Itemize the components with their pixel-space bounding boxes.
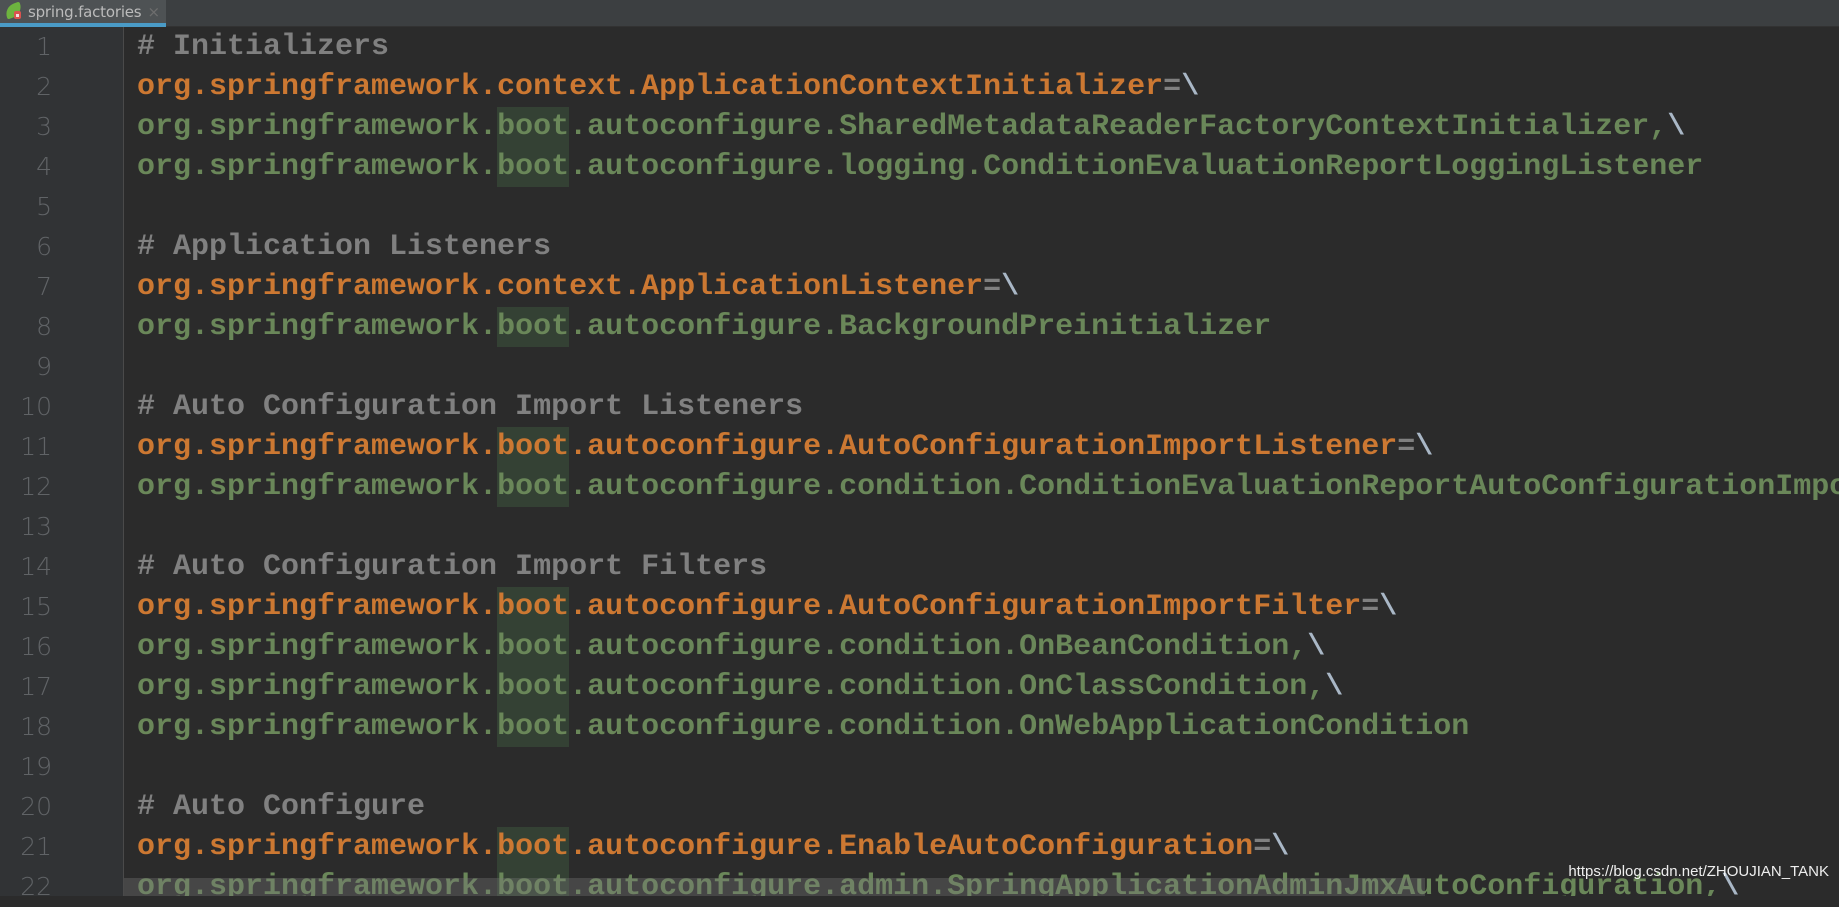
property-value: .autoconfigure.condition.OnWebApplicatio… <box>569 710 1470 744</box>
search-highlight: boot <box>497 427 570 467</box>
property-value: org.springframework. <box>137 150 498 184</box>
code-line[interactable]: org.springframework.boot.autoconfigure.c… <box>137 467 1839 507</box>
line-number-gutter: 1 2 3 4 5 6 7 8 9 10 11 12 13 14 15 16 17 18 19 20 21 22 <box>0 27 124 901</box>
line-number: 17 <box>20 672 52 701</box>
line-number: 4 <box>36 152 52 181</box>
property-value: org.springframework. <box>137 110 498 144</box>
code-line[interactable]: org.springframework.boot.autoconfigure.E… <box>137 827 1289 867</box>
line-number: 8 <box>36 312 52 341</box>
line-number: 14 <box>20 552 52 581</box>
code-line[interactable]: org.springframework.context.ApplicationL… <box>137 267 1019 307</box>
editor-tab-bar: spring.factories × <box>0 0 1839 27</box>
line-continuation: \ <box>1001 270 1020 304</box>
code-line[interactable]: org.springframework.boot.autoconfigure.c… <box>137 667 1343 707</box>
property-value: .autoconfigure.logging.ConditionEvaluati… <box>569 150 1704 184</box>
equals-operator: = <box>983 270 1002 304</box>
line-number: 5 <box>36 192 52 221</box>
property-value: .autoconfigure.condition.OnBeanCondition… <box>569 630 1308 664</box>
property-value: .autoconfigure.condition.OnClassConditio… <box>569 670 1326 704</box>
line-number: 19 <box>20 752 52 781</box>
search-highlight: boot <box>497 307 570 347</box>
equals-operator: = <box>1163 70 1182 104</box>
line-continuation: \ <box>1271 830 1290 864</box>
search-highlight: boot <box>497 587 570 627</box>
property-value: .autoconfigure.BackgroundPreinitializer <box>569 310 1272 344</box>
property-value: org.springframework. <box>137 670 498 704</box>
code-line[interactable]: org.springframework.boot.autoconfigure.B… <box>137 307 1271 347</box>
line-number: 11 <box>20 432 52 461</box>
line-number: 1 <box>36 32 52 61</box>
code-line[interactable]: # Auto Configuration Import Listeners <box>137 387 803 427</box>
property-key: org.springframework.context.ApplicationC… <box>137 70 1164 104</box>
property-key: .autoconfigure.AutoConfigurationImportFi… <box>569 590 1362 624</box>
line-number: 10 <box>20 392 52 421</box>
line-number: 22 <box>20 872 52 901</box>
property-value: .autoconfigure.SharedMetadataReaderFacto… <box>569 110 1668 144</box>
property-value: org.springframework. <box>137 310 498 344</box>
line-continuation: \ <box>1325 670 1344 704</box>
comment-text: # Initializers <box>137 30 390 64</box>
line-number: 6 <box>36 232 52 261</box>
line-continuation: \ <box>1415 430 1434 464</box>
line-number: 13 <box>20 512 52 541</box>
property-value: org.springframework. <box>137 630 498 664</box>
code-line[interactable]: # Auto Configure <box>137 787 425 827</box>
code-line[interactable]: # Application Listeners <box>137 227 551 267</box>
code-line[interactable]: org.springframework.boot.autoconfigure.l… <box>137 147 1703 187</box>
equals-operator: = <box>1253 830 1272 864</box>
line-number: 16 <box>20 632 52 661</box>
horizontal-scrollbar[interactable] <box>124 878 1425 896</box>
line-number: 18 <box>20 712 52 741</box>
line-number: 12 <box>20 472 52 501</box>
code-line[interactable]: org.springframework.boot.autoconfigure.c… <box>137 707 1469 747</box>
line-number: 15 <box>20 592 52 621</box>
search-highlight: boot <box>497 707 570 747</box>
line-continuation: \ <box>1667 110 1686 144</box>
code-line[interactable]: org.springframework.boot.autoconfigure.S… <box>137 107 1685 147</box>
property-key: org.springframework. <box>137 590 498 624</box>
comment-text: # Application Listeners <box>137 230 552 264</box>
property-value: org.springframework. <box>137 470 498 504</box>
property-key: .autoconfigure.AutoConfigurationImportLi… <box>569 430 1398 464</box>
line-number: 3 <box>36 112 52 141</box>
tab-spring-factories[interactable]: spring.factories × <box>0 0 166 27</box>
line-number: 9 <box>36 352 52 381</box>
code-line[interactable]: org.springframework.boot.autoconfigure.A… <box>137 587 1397 627</box>
code-line[interactable]: org.springframework.boot.autoconfigure.c… <box>137 627 1325 667</box>
code-line[interactable]: org.springframework.context.ApplicationC… <box>137 67 1199 107</box>
search-highlight: boot <box>497 827 570 867</box>
tab-label: spring.factories <box>28 2 142 21</box>
code-line[interactable]: # Auto Configuration Import Filters <box>137 547 767 587</box>
property-key: .autoconfigure.EnableAutoConfiguration <box>569 830 1254 864</box>
spring-file-icon <box>3 0 26 22</box>
search-highlight: boot <box>497 147 570 187</box>
line-continuation: \ <box>1307 630 1326 664</box>
line-number: 20 <box>20 792 52 821</box>
property-key: org.springframework. <box>137 430 498 464</box>
code-editor[interactable]: # Initializers org.springframework.contex… <box>124 27 1839 896</box>
comment-text: # Auto Configuration Import Listeners <box>137 390 804 424</box>
close-icon[interactable]: × <box>147 3 160 21</box>
search-highlight: boot <box>497 627 570 667</box>
line-number: 7 <box>36 272 52 301</box>
equals-operator: = <box>1361 590 1380 624</box>
comment-text: # Auto Configuration Import Filters <box>137 550 768 584</box>
search-highlight: boot <box>497 467 570 507</box>
property-value: .autoconfigure.condition.ConditionEvalua… <box>569 470 1839 504</box>
line-continuation: \ <box>1181 70 1200 104</box>
line-number: 2 <box>36 72 52 101</box>
line-number: 21 <box>20 832 52 861</box>
watermark: https://blog.csdn.net/ZHOUJIAN_TANK <box>1568 863 1829 880</box>
search-highlight: boot <box>497 107 570 147</box>
comment-text: # Auto Configure <box>137 790 426 824</box>
property-key: org.springframework.context.ApplicationL… <box>137 270 984 304</box>
equals-operator: = <box>1397 430 1416 464</box>
line-continuation: \ <box>1379 590 1398 624</box>
property-key: org.springframework. <box>137 830 498 864</box>
code-line[interactable]: org.springframework.boot.autoconfigure.A… <box>137 427 1433 467</box>
property-value: org.springframework. <box>137 710 498 744</box>
search-highlight: boot <box>497 667 570 707</box>
code-line[interactable]: # Initializers <box>137 27 389 67</box>
